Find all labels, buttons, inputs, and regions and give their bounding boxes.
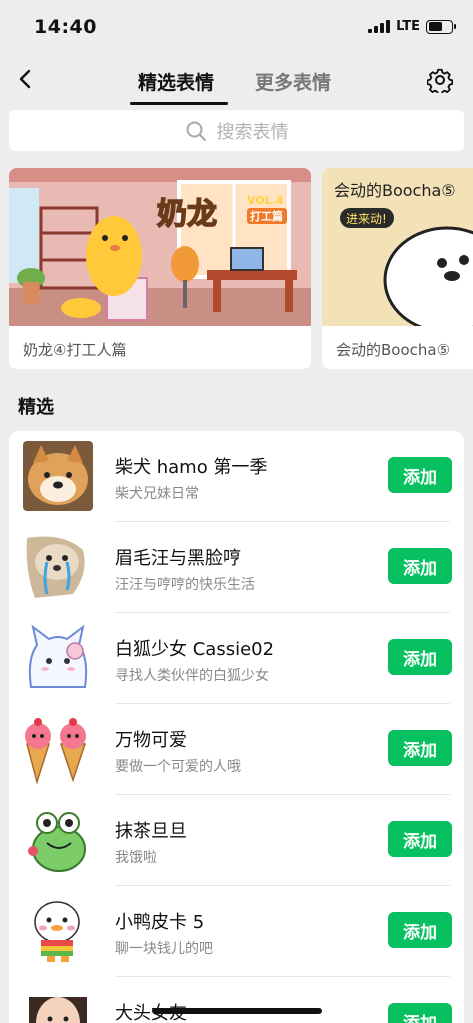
- add-button[interactable]: 添加: [388, 912, 452, 948]
- item-title: 抹茶旦旦: [115, 821, 187, 842]
- signal-icon: [368, 20, 391, 33]
- item-subtitle: 要做一个可爱的人哦: [115, 759, 241, 775]
- add-button[interactable]: 添加: [388, 548, 452, 584]
- banner-nailong[interactable]: 奶龙 VOL.4 打工篇 奶龙④打工人篇: [9, 168, 311, 369]
- back-arrow-icon[interactable]: [14, 64, 38, 94]
- list-item[interactable]: 小鸭皮卡 5 聊一块钱儿的吧 添加: [9, 886, 464, 977]
- list-item[interactable]: 眉毛汪与黑脸哼 汪汪与哼哼的快乐生活 添加: [9, 522, 464, 613]
- status-time: 14:40: [34, 16, 97, 38]
- item-subtitle: 柴犬兄妹日常: [115, 486, 199, 502]
- girl-face-sticker: [29, 997, 87, 1023]
- list-item[interactable]: 大头女友 添加: [9, 977, 464, 1023]
- item-title: 眉毛汪与黑脸哼: [115, 548, 241, 569]
- banner-art-title: 会动的Boocha⑤: [334, 181, 456, 200]
- item-subtitle: 我饿啦: [115, 850, 157, 866]
- banner-caption: 会动的Boocha⑤: [336, 341, 451, 359]
- section-title: 精选: [18, 397, 54, 418]
- banner-art-vol: VOL.4: [247, 194, 284, 207]
- list-item[interactable]: 柴犬 hamo 第一季 柴犬兄妹日常 添加: [9, 431, 464, 522]
- add-button[interactable]: 添加: [388, 730, 452, 766]
- boocha-banner-image: 会动的Boocha⑤ 进来动!: [322, 168, 473, 326]
- banner-art-title: 奶龙: [157, 197, 217, 232]
- search-bar[interactable]: 搜索表情: [9, 110, 464, 151]
- gear-icon[interactable]: [427, 67, 453, 93]
- item-title: 白狐少女 Cassie02: [115, 639, 275, 660]
- add-button[interactable]: 添加: [388, 457, 452, 493]
- banner-art-tag: 进来动!: [346, 212, 387, 226]
- add-button[interactable]: 添加: [388, 639, 452, 675]
- network-label: LTE: [396, 19, 420, 34]
- white-fox-sticker: [28, 624, 88, 688]
- battery-icon: [426, 19, 456, 34]
- ice-cream-sticker: [25, 718, 87, 784]
- top-nav: 精选表情 更多表情: [0, 58, 473, 105]
- item-subtitle: 汪汪与哼哼的快乐生活: [115, 577, 255, 593]
- nailong-banner-image: 奶龙 VOL.4 打工篇: [9, 168, 311, 326]
- home-indicator: [152, 1008, 322, 1014]
- banner-boocha[interactable]: 会动的Boocha⑤ 进来动! 会动的Boocha⑤: [322, 168, 473, 369]
- green-frog-sticker: [28, 812, 86, 872]
- status-icons: LTE: [368, 19, 456, 34]
- tab-indicator: [130, 102, 228, 105]
- item-title: 万物可爱: [115, 730, 187, 751]
- status-bar: 14:40 LTE: [0, 0, 473, 52]
- banner-art-tag: 打工篇: [250, 209, 283, 223]
- list-item[interactable]: 万物可爱 要做一个可爱的人哦 添加: [9, 704, 464, 795]
- list-item[interactable]: 抹茶旦旦 我饿啦 添加: [9, 795, 464, 886]
- search-placeholder: 搜索表情: [216, 121, 289, 143]
- item-title: 小鸭皮卡 5: [115, 912, 205, 933]
- item-title: 柴犬 hamo 第一季: [115, 457, 268, 478]
- item-subtitle: 寻找人类伙伴的白狐少女: [115, 668, 269, 684]
- crying-dog-sticker: [26, 536, 85, 598]
- add-button[interactable]: 添加: [388, 821, 452, 857]
- shiba-dog-sticker: [23, 441, 93, 511]
- banner-carousel[interactable]: 奶龙 VOL.4 打工篇 奶龙④打工人篇 会动的Boocha⑤ 进来动! 会动的…: [9, 168, 473, 369]
- add-button[interactable]: 添加: [388, 1003, 452, 1023]
- list-item[interactable]: 白狐少女 Cassie02 寻找人类伙伴的白狐少女 添加: [9, 613, 464, 704]
- duck-sticker: [34, 901, 80, 962]
- sticker-list: 柴犬 hamo 第一季 柴犬兄妹日常 添加 眉毛汪与黑脸哼 汪汪与哼哼的快乐生活…: [9, 431, 464, 1023]
- search-icon: [186, 121, 206, 141]
- item-subtitle: 聊一块钱儿的吧: [115, 941, 213, 957]
- tab-more[interactable]: 更多表情: [255, 68, 331, 95]
- banner-caption: 奶龙④打工人篇: [23, 341, 127, 359]
- tab-featured[interactable]: 精选表情: [138, 68, 214, 95]
